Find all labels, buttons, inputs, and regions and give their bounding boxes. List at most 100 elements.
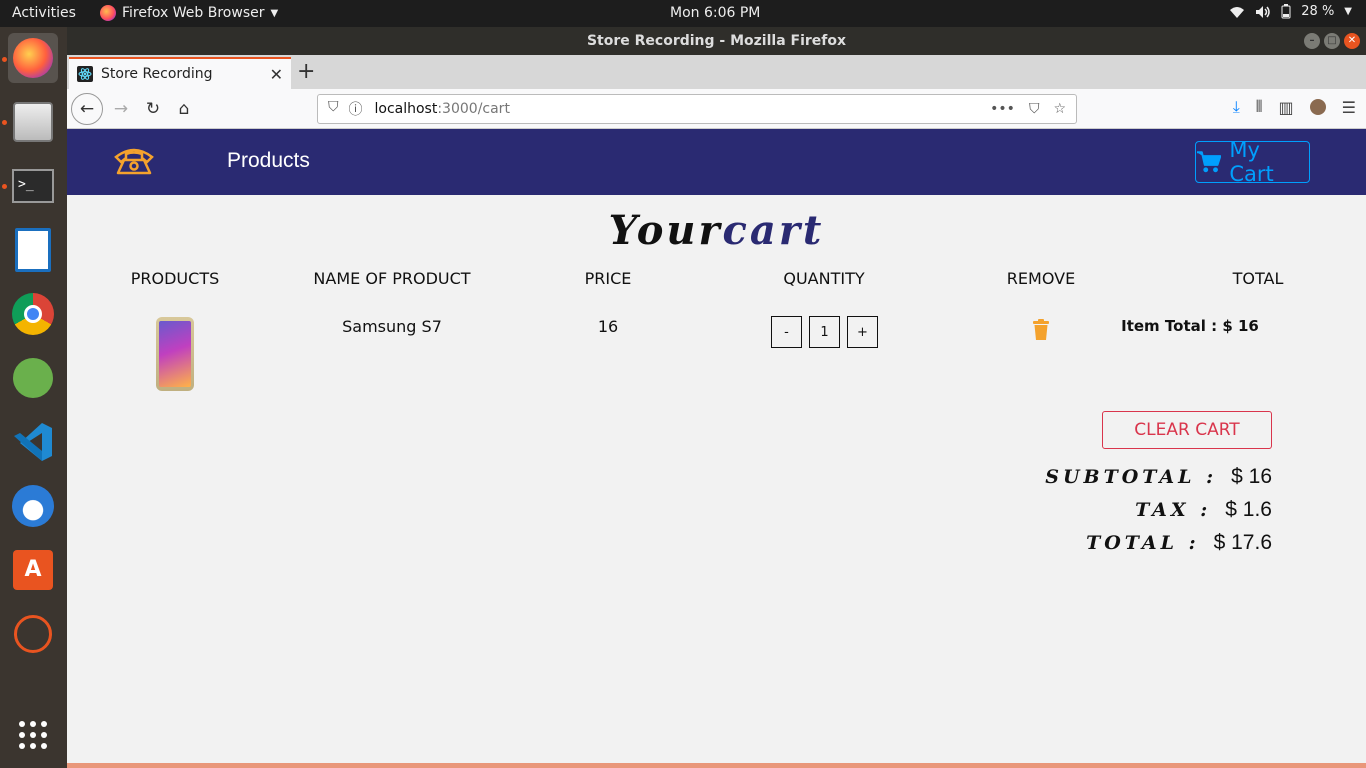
cart-heading-part2: cart: [722, 207, 825, 254]
nav-products-link[interactable]: Products: [227, 149, 310, 173]
dock-files[interactable]: [8, 97, 58, 147]
clear-cart-button[interactable]: clear cart: [1102, 411, 1272, 449]
url-host: localhost: [374, 101, 438, 117]
cart-heading-part1: Your: [608, 207, 723, 254]
shopping-bag-icon: A: [13, 550, 53, 590]
close-tab-icon[interactable]: ✕: [270, 65, 283, 84]
battery-icon: [1281, 4, 1291, 19]
store-navbar: Products My Cart: [67, 129, 1366, 195]
arrow-right-icon: →: [113, 99, 129, 119]
show-applications-button[interactable]: [8, 710, 58, 760]
document-icon: [15, 228, 51, 272]
grid-icon: [19, 721, 47, 749]
tab-store-recording[interactable]: Store Recording ✕: [69, 57, 291, 89]
maximize-button[interactable]: □: [1324, 33, 1340, 49]
col-header-price: price: [584, 269, 632, 288]
dock-terminal[interactable]: >_: [8, 161, 58, 211]
subtotal-row: subtotal : $ 16: [1045, 465, 1272, 489]
navigation-toolbar: ← → ↻ ⌂ ⛉ ⓘ localhost:3000/cart ••• ⛉ ☆ …: [67, 89, 1366, 129]
col-header-products: products: [130, 269, 220, 288]
activities-button[interactable]: Activities: [12, 5, 76, 21]
volume-icon: [1256, 5, 1271, 18]
dock-firefox[interactable]: [8, 33, 58, 83]
decrement-button[interactable]: -: [771, 316, 802, 348]
chevron-down-icon: ▼: [270, 7, 279, 19]
system-tray[interactable]: 28 % ▼: [1229, 4, 1352, 19]
chrome-icon: [12, 293, 54, 335]
window-titlebar[interactable]: Store Recording - Mozilla Firefox – □ ✕: [67, 27, 1366, 55]
battery-percent: 28 %: [1301, 4, 1335, 19]
react-icon: [77, 66, 93, 82]
bookmark-star-icon[interactable]: ☆: [1053, 101, 1066, 117]
library-icon[interactable]: ⫴: [1256, 97, 1263, 117]
product-price: 16: [597, 317, 619, 336]
compass-icon: [13, 358, 53, 398]
trash-icon[interactable]: [1033, 319, 1049, 340]
download-icon[interactable]: ⤓: [1233, 97, 1240, 117]
pocket-icon[interactable]: ⛉: [1029, 101, 1040, 117]
store-page: Products My Cart Yourcart products name …: [67, 129, 1366, 768]
clock[interactable]: Mon 6:06 PM: [670, 5, 760, 21]
cart-heading: Yourcart: [67, 207, 1366, 254]
quantity-value: 1: [809, 316, 840, 348]
total-label: total :: [1086, 532, 1200, 554]
cart-icon: [1196, 151, 1222, 173]
ubuntu-dock: >_ A: [0, 27, 67, 768]
item-total: Item Total : $ 16: [1121, 317, 1259, 335]
new-tab-button[interactable]: +: [297, 59, 315, 84]
forward-button[interactable]: →: [107, 95, 135, 123]
url-bar[interactable]: ⛉ ⓘ localhost:3000/cart ••• ⛉ ☆: [317, 94, 1077, 124]
account-avatar-icon[interactable]: [1309, 99, 1326, 115]
circle-app-icon: [14, 615, 52, 653]
running-indicator: [2, 120, 7, 125]
my-cart-label: My Cart: [1229, 138, 1274, 186]
dock-android-studio[interactable]: [8, 353, 58, 403]
info-icon[interactable]: ⓘ: [349, 99, 363, 119]
dock-writer[interactable]: [8, 225, 58, 275]
col-header-name: name of product: [313, 269, 471, 288]
firefox-icon: [13, 38, 53, 78]
terminal-icon: >_: [12, 169, 54, 203]
dock-vscode[interactable]: [8, 417, 58, 467]
minimize-button[interactable]: –: [1304, 33, 1320, 49]
running-indicator: [2, 184, 7, 189]
close-window-button[interactable]: ✕: [1344, 33, 1360, 49]
dock-software[interactable]: A: [8, 545, 58, 595]
back-button[interactable]: ←: [71, 93, 103, 125]
running-indicator: [2, 57, 7, 62]
file-cabinet-icon: [13, 102, 53, 142]
reload-icon: ↻: [145, 99, 161, 119]
total-value: $ 17.6: [1213, 531, 1272, 554]
home-icon: ⌂: [178, 99, 190, 119]
col-header-remove: remove: [1006, 269, 1076, 288]
increment-button[interactable]: +: [847, 316, 878, 348]
tax-label: tax :: [1135, 499, 1212, 521]
vscode-icon: [14, 423, 52, 461]
sidebar-icon[interactable]: ▥: [1279, 98, 1294, 117]
col-header-total: total: [1232, 269, 1284, 288]
wifi-icon: [1230, 6, 1245, 18]
reload-button[interactable]: ↻: [139, 95, 167, 123]
tax-row: tax : $ 1.6: [1135, 498, 1272, 522]
product-name: Samsung S7: [342, 317, 442, 336]
arrow-left-icon: ←: [79, 99, 95, 119]
dock-chrome[interactable]: [8, 289, 58, 339]
chevron-down-icon: ▼: [1344, 6, 1352, 17]
tax-value: $ 1.6: [1225, 498, 1272, 521]
product-image: [156, 317, 194, 391]
total-row: total : $ 17.6: [1086, 531, 1272, 555]
dock-thunderbird[interactable]: [8, 481, 58, 531]
shield-icon[interactable]: ⛉: [328, 99, 339, 119]
subtotal-value: $ 16: [1231, 465, 1272, 488]
home-button[interactable]: ⌂: [170, 95, 198, 123]
hamburger-menu-icon[interactable]: ☰: [1342, 98, 1356, 117]
app-menu[interactable]: Firefox Web Browser ▼: [100, 5, 278, 21]
telephone-icon[interactable]: [113, 145, 155, 177]
tab-bar: Store Recording ✕ +: [67, 55, 1366, 89]
quantity-stepper: - 1 +: [771, 316, 878, 348]
page-actions-icon[interactable]: •••: [990, 101, 1015, 117]
my-cart-button[interactable]: My Cart: [1195, 138, 1310, 186]
col-header-quantity: quantity: [783, 269, 865, 288]
window-title: Store Recording - Mozilla Firefox: [586, 33, 847, 49]
dock-app[interactable]: [8, 609, 58, 659]
